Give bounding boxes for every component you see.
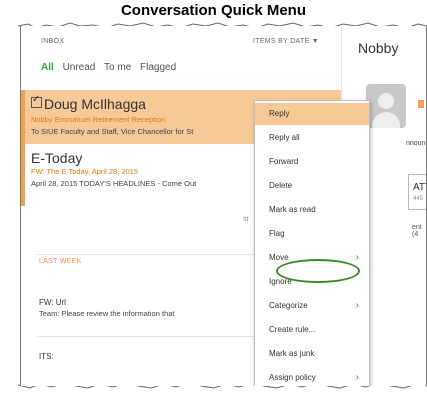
message-subject: FW: The E Today, April 28, 2015 [31,167,139,176]
menu-item-label: Create rule... [269,325,316,334]
menu-item-assign-policy[interactable]: Assign policy › [255,367,369,386]
message-preview: To SIUE Faculty and Staff, Vice Chancell… [31,127,194,136]
menu-item-flag[interactable]: Flag [255,223,369,245]
menu-item-delete[interactable]: Delete [255,175,369,197]
menu-item-label: Categorize [269,301,308,310]
message-preview: Team: Please review the information that [39,309,175,318]
menu-item-label: Reply all [269,133,300,142]
menu-item-label: Reply [269,109,290,118]
menu-item-label: Mark as junk [269,349,315,358]
message-row[interactable]: ITS: [39,352,54,361]
caret-down-icon: ▼ [311,38,320,45]
message-preview: April 28, 2015 TODAY'S HEADLINES - Come … [31,179,197,188]
chevron-right-icon: › [355,252,359,263]
message-subject: ITS: [39,352,54,361]
select-checkbox[interactable] [31,94,42,108]
filter-all[interactable]: All [41,62,54,73]
menu-item-label: Forward [269,157,299,166]
chevron-right-icon: › [355,300,359,311]
message-subject: Nobby Emmanuel Retirement Reception [31,115,166,124]
menu-item-label: Ignore [269,277,292,286]
reading-text: ent (4 [412,224,422,238]
message-sender: Doug McIlhagga [44,96,146,112]
filter-to-me[interactable]: To me [104,62,131,73]
attachment-size: 445 [413,196,424,202]
reading-sender: Nobby [358,40,399,56]
page-caption: Conversation Quick Menu [120,2,307,19]
reading-text: nnounc [406,140,427,147]
menu-item-label: Mark as read [269,205,316,214]
menu-item-label: Flag [269,229,285,238]
menu-item-create-rule[interactable]: Create rule... [255,319,369,341]
menu-item-label: Assign policy [269,373,316,382]
context-menu: Reply Reply all Forward Delete Mark as r… [254,100,370,386]
message-sender: E-Today [31,150,83,166]
email-client-frame: INBOX ITEMS BY DATE ▼ All Unread To me F… [20,26,427,386]
filter-bar: All Unread To me Flagged [41,62,182,73]
menu-item-move[interactable]: Move › [255,247,369,269]
menu-item-label: Delete [269,181,293,190]
menu-item-mark-as-read[interactable]: Mark as read [255,199,369,221]
menu-item-mark-as-junk[interactable]: Mark as junk [255,343,369,365]
chevron-right-icon: › [355,372,359,383]
truncated-text: sr [243,216,249,223]
menu-item-categorize[interactable]: Categorize › [255,295,369,317]
menu-item-reply[interactable]: Reply [255,103,369,125]
attachment-title: ATT [413,182,426,193]
menu-item-ignore[interactable]: Ignore [255,271,369,293]
filter-unread[interactable]: Unread [63,62,96,73]
avatar [366,84,406,128]
status-marker [418,100,424,108]
menu-item-reply-all[interactable]: Reply all [255,127,369,149]
group-header-last-week: LAST WEEK [39,258,82,265]
folder-title: INBOX [41,38,65,45]
sort-label: ITEMS BY DATE [253,38,310,45]
filter-flagged[interactable]: Flagged [140,62,176,73]
menu-item-label: Move [269,253,289,262]
menu-item-forward[interactable]: Forward [255,151,369,173]
message-row[interactable]: FW: Url Team: Please review the informat… [39,298,269,318]
sort-dropdown[interactable]: ITEMS BY DATE ▼ [253,38,319,45]
message-subject: FW: Url [39,298,66,307]
